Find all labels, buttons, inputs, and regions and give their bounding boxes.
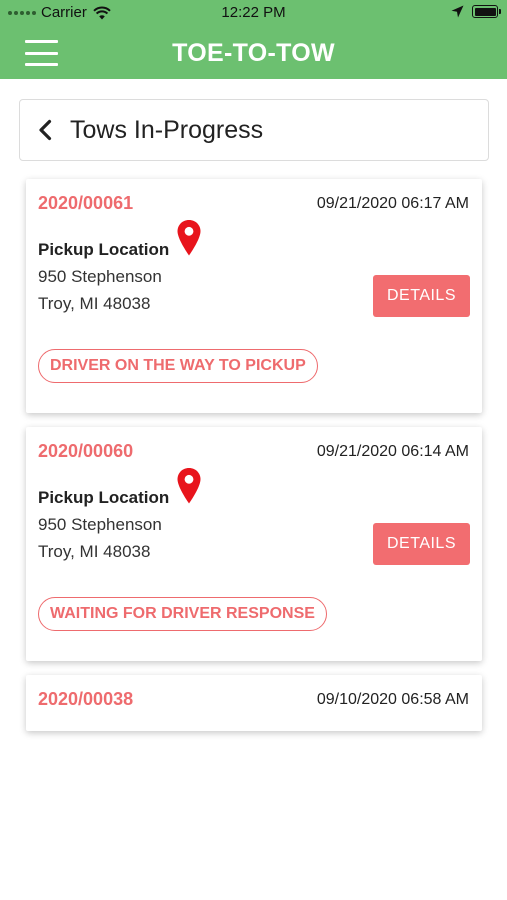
app-title: TOE-TO-TOW [172,39,335,67]
details-button[interactable]: DETAILS [373,275,470,317]
pickup-address-line2: Troy, MI 48038 [38,294,151,313]
status-badge: WAITING FOR DRIVER RESPONSE [38,597,327,631]
page-title: Tows In-Progress [70,115,264,144]
chevron-left-icon [39,119,52,141]
tow-id[interactable]: 2020/00060 [38,441,133,462]
tow-id[interactable]: 2020/00038 [38,689,133,710]
map-pin-icon[interactable] [176,219,202,257]
tow-datetime: 09/10/2020 06:58 AM [316,691,469,708]
pickup-location-label: Pickup Location [38,488,170,507]
tow-id[interactable]: 2020/00061 [38,193,133,214]
location-arrow-icon [451,5,464,18]
tow-datetime: 09/21/2020 06:14 AM [316,443,469,460]
app-header: TOE-TO-TOW [0,27,507,79]
page-title-bar: Tows In-Progress [19,99,489,161]
tow-card[interactable]: 2020/00060 09/21/2020 06:14 AM Pickup Lo… [26,427,482,661]
status-bar: Carrier 12:22 PM [0,0,507,27]
map-pin-icon[interactable] [176,467,202,505]
tow-card[interactable]: 2020/00061 09/21/2020 06:17 AM Pickup Lo… [26,179,482,413]
tow-datetime: 09/21/2020 06:17 AM [316,195,469,212]
status-right [451,5,501,18]
pickup-address-line1: 950 Stephenson [38,267,162,286]
status-time: 12:22 PM [221,4,286,21]
back-button[interactable] [38,110,68,150]
status-badge: DRIVER ON THE WAY TO PICKUP [38,349,318,383]
battery-icon [472,5,501,18]
tow-card[interactable]: 2020/00038 09/10/2020 06:58 AM [26,675,482,731]
pickup-location-label: Pickup Location [38,240,170,259]
pickup-address-line1: 950 Stephenson [38,515,162,534]
pickup-address-line2: Troy, MI 48038 [38,542,151,561]
details-button[interactable]: DETAILS [373,523,470,565]
